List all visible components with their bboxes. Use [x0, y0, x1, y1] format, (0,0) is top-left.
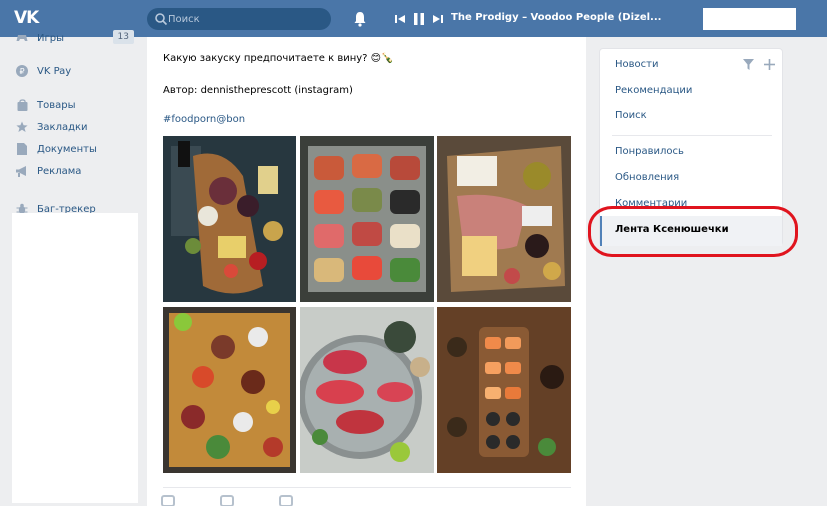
nav-label: Закладки	[37, 121, 88, 133]
gamepad-icon	[16, 32, 28, 44]
nav-item-market[interactable]: Товары	[0, 94, 140, 116]
nav-label: Игры	[37, 32, 64, 44]
nav-item-vkpay[interactable]: ₽ VK Pay	[0, 58, 140, 84]
svg-text:₽: ₽	[19, 67, 24, 76]
post-photo-6[interactable]	[437, 307, 571, 473]
search-box[interactable]	[147, 8, 331, 30]
nav-item-bookmarks[interactable]: Закладки	[0, 116, 140, 138]
search-icon	[155, 13, 168, 26]
post-divider	[163, 487, 571, 488]
games-count-badge: 13	[112, 30, 134, 44]
vk-logo[interactable]: VK	[14, 9, 42, 27]
post-question: Какую закуску предпочитаете к вину? 😊🍾	[163, 53, 394, 64]
post-photo-1[interactable]	[163, 136, 296, 302]
bell-icon[interactable]	[353, 11, 367, 27]
left-nav: Игры 13 ₽ VK Pay Товары Закладки Докумен…	[0, 30, 140, 220]
menu-item-recommendations[interactable]: Рекомендации	[615, 85, 692, 96]
bag-icon	[16, 99, 28, 111]
vkpay-icon: ₽	[16, 65, 28, 77]
left-ad-block	[12, 213, 138, 503]
next-track-icon[interactable]	[431, 12, 445, 26]
menu-item-search[interactable]: Поиск	[615, 110, 647, 121]
menu-item-news[interactable]: Новости	[615, 59, 658, 70]
previous-track-icon[interactable]	[393, 12, 407, 26]
nav-item-ads[interactable]: Реклама	[0, 160, 140, 182]
post-photo-4[interactable]	[163, 307, 296, 473]
nav-item-games[interactable]: Игры 13	[0, 28, 140, 48]
post-photo-5[interactable]	[300, 307, 434, 473]
nav-item-documents[interactable]: Документы	[0, 138, 140, 160]
nav-label: Документы	[37, 143, 97, 155]
menu-divider	[612, 135, 772, 136]
document-icon	[16, 143, 28, 155]
nav-label: VK Pay	[37, 65, 72, 77]
megaphone-icon	[16, 165, 28, 177]
now-playing-track[interactable]: The Prodigy – Voodoo People (Dizel...	[451, 12, 661, 23]
post-photo-3[interactable]	[437, 136, 571, 302]
wall-post: Какую закуску предпочитаете к вину? 😊🍾 А…	[147, 37, 586, 506]
share-icon[interactable]	[279, 495, 293, 506]
menu-item-liked[interactable]: Понравилось	[615, 146, 684, 157]
menu-item-updates[interactable]: Обновления	[615, 172, 679, 183]
nav-label: Реклама	[37, 165, 82, 177]
filter-icon[interactable]	[743, 59, 754, 70]
feed-tools	[743, 59, 775, 70]
post-hashtag[interactable]: #foodporn@bon	[163, 114, 245, 125]
audio-player	[393, 11, 450, 27]
nav-label: Товары	[37, 99, 76, 111]
like-icon[interactable]	[161, 495, 175, 506]
red-highlight-annotation	[588, 206, 798, 257]
post-author: Автор: dennistheprescott (instagram)	[163, 85, 353, 96]
plus-icon[interactable]	[764, 59, 775, 70]
user-menu[interactable]	[703, 8, 796, 30]
post-photo-2[interactable]	[300, 136, 434, 302]
comment-icon[interactable]	[220, 495, 234, 506]
pause-icon[interactable]	[412, 12, 426, 26]
star-icon	[16, 121, 28, 133]
search-input[interactable]	[168, 10, 323, 28]
post-actions	[161, 495, 338, 506]
